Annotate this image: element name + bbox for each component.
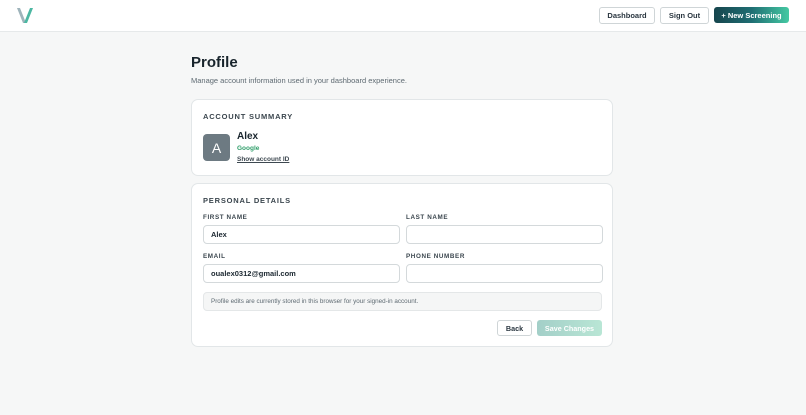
show-account-id-link[interactable]: Show account ID	[237, 156, 289, 163]
first-name-label: FIRST NAME	[203, 214, 248, 221]
v-logo-icon[interactable]	[16, 7, 34, 24]
user-name: Alex	[237, 131, 259, 142]
back-button[interactable]: Back	[497, 320, 532, 336]
phone-number-input[interactable]	[406, 264, 603, 283]
personal-details-card: PERSONAL DETAILS FIRST NAME LAST NAME EM…	[191, 183, 613, 347]
page-subtitle: Manage account information used in your …	[191, 76, 407, 85]
save-changes-button[interactable]: Save Changes	[537, 320, 602, 336]
auth-provider: Google	[237, 145, 260, 152]
email-label: EMAIL	[203, 253, 226, 260]
last-name-input[interactable]	[406, 225, 603, 244]
account-summary-heading: ACCOUNT SUMMARY	[203, 112, 294, 121]
personal-details-heading: PERSONAL DETAILS	[203, 196, 291, 205]
new-screening-button[interactable]: + New Screening	[714, 7, 789, 23]
last-name-label: LAST NAME	[406, 214, 449, 221]
account-summary-card: ACCOUNT SUMMARY A Alex Google Show accou…	[191, 99, 613, 176]
top-bar: Dashboard Sign Out + New Screening	[0, 0, 806, 32]
sign-out-button[interactable]: Sign Out	[660, 7, 709, 24]
page-title: Profile	[191, 54, 238, 71]
dashboard-button[interactable]: Dashboard	[599, 7, 655, 24]
avatar: A	[203, 134, 230, 161]
first-name-input[interactable]	[203, 225, 400, 244]
storage-notice: Profile edits are currently stored in th…	[203, 292, 602, 311]
email-input[interactable]	[203, 264, 400, 283]
phone-number-label: PHONE NUMBER	[406, 253, 465, 260]
